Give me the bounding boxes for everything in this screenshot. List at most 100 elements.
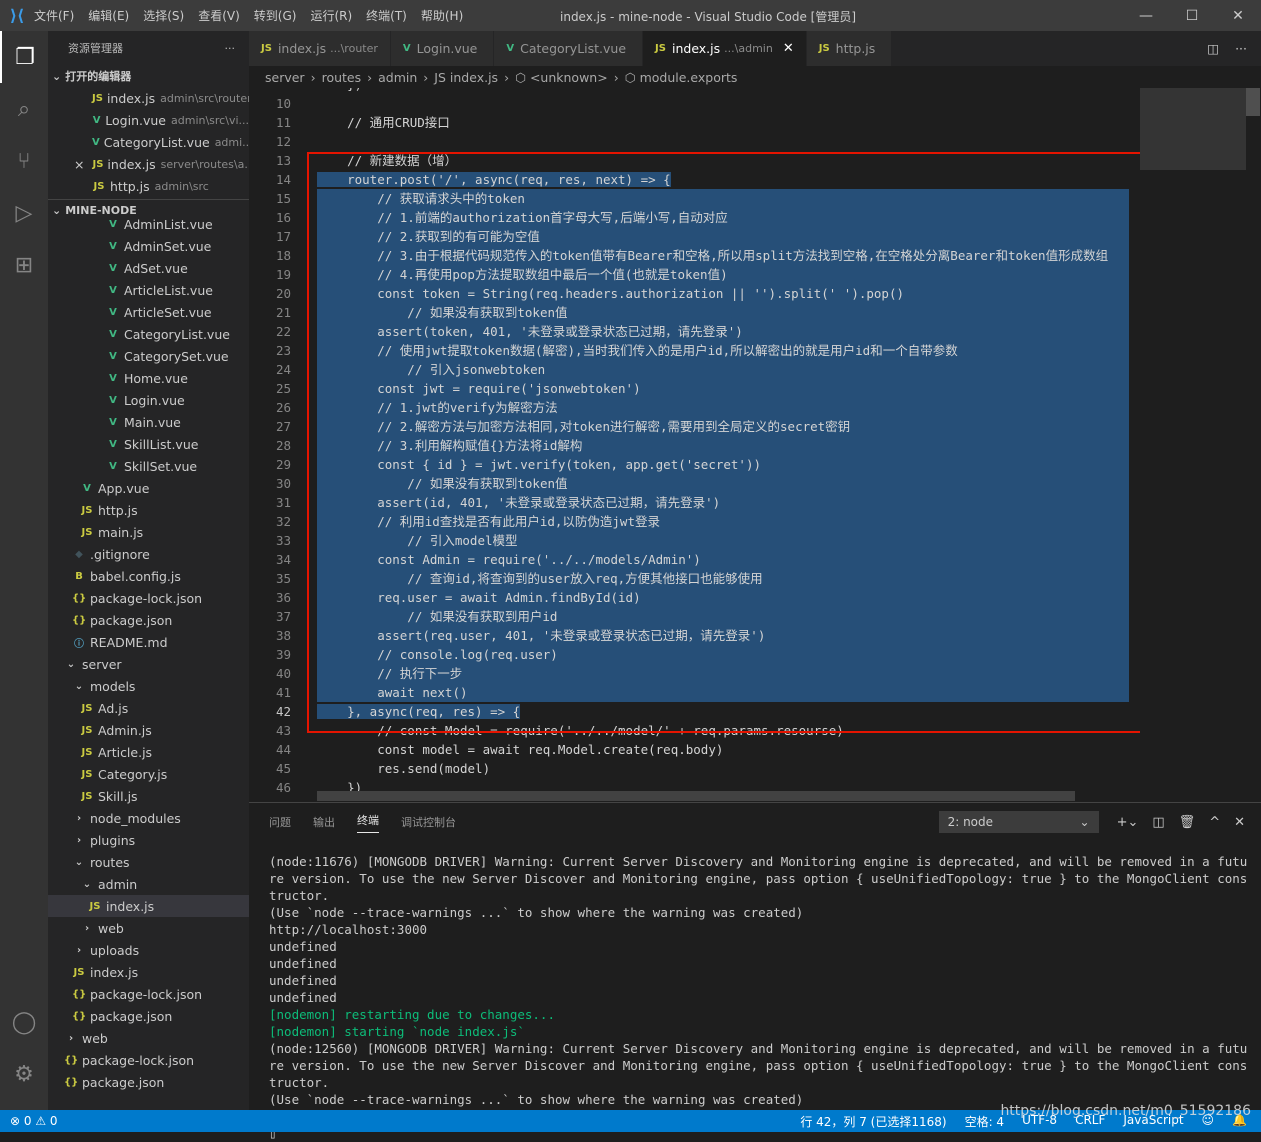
- extensions-icon[interactable]: ⊞: [0, 239, 48, 291]
- source-control-icon[interactable]: ⑂: [0, 135, 48, 187]
- file-item[interactable]: {} package-lock.json: [48, 587, 249, 609]
- settings-gear-icon[interactable]: ⚙: [0, 1048, 48, 1100]
- open-editor-item[interactable]: JS http.js admin\src: [48, 175, 249, 197]
- file-item[interactable]: JS Category.js: [48, 763, 249, 785]
- file-item[interactable]: JS Ad.js: [48, 697, 249, 719]
- file-item[interactable]: {} package-lock.json: [48, 983, 249, 1005]
- menu-item[interactable]: 转到(G): [254, 7, 297, 24]
- folder-item[interactable]: › plugins: [48, 829, 249, 851]
- file-item[interactable]: JS index.js: [48, 961, 249, 983]
- editor-tab[interactable]: JS index.js ...\admin ✕: [643, 31, 807, 66]
- cursor-position[interactable]: 行 42，列 7 (已选择1168): [800, 1113, 946, 1130]
- code-line[interactable]: const model = await req.Model.create(req…: [317, 740, 1129, 759]
- folder-item[interactable]: › web: [48, 917, 249, 939]
- split-terminal-icon[interactable]: ◫: [1152, 815, 1164, 830]
- menu-item[interactable]: 选择(S): [143, 7, 184, 24]
- file-item[interactable]: JS http.js: [48, 499, 249, 521]
- problems-indicator[interactable]: ⊗ 0 ⚠ 0: [0, 1114, 58, 1128]
- open-editor-item[interactable]: JS index.js admin\src\router: [48, 87, 249, 109]
- folder-item[interactable]: ⌄ server: [48, 653, 249, 675]
- file-item[interactable]: V Login.vue: [48, 389, 249, 411]
- file-item[interactable]: JS main.js: [48, 521, 249, 543]
- editor-tab[interactable]: JS http.js: [806, 31, 893, 66]
- file-item[interactable]: {} package.json: [48, 609, 249, 631]
- file-item[interactable]: V CategoryList.vue: [48, 323, 249, 345]
- breadcrumb-item[interactable]: server: [265, 70, 305, 85]
- code-line[interactable]: [317, 94, 1129, 113]
- account-icon[interactable]: ◯: [0, 996, 48, 1048]
- file-item[interactable]: {} package.json: [48, 1005, 249, 1027]
- explorer-icon[interactable]: ❐: [0, 31, 48, 83]
- open-editor-item[interactable]: V Login.vue admin\src\vi...: [48, 109, 249, 131]
- terminal-output[interactable]: (node:11676) [MONGODB DRIVER] Warning: C…: [269, 853, 1249, 1142]
- folder-item[interactable]: ⌄ models: [48, 675, 249, 697]
- minimap[interactable]: [1140, 88, 1246, 802]
- panel-tab[interactable]: 调试控制台: [401, 814, 456, 830]
- file-item[interactable]: ⓘ README.md: [48, 631, 249, 653]
- breadcrumb-item[interactable]: ⬡ <unknown>: [515, 70, 608, 85]
- open-editors-header[interactable]: ⌄ 打开的编辑器: [48, 65, 249, 87]
- close-window-icon[interactable]: ✕: [1215, 0, 1261, 31]
- minimize-icon[interactable]: —: [1123, 0, 1169, 31]
- code-line[interactable]: res.send(model): [317, 759, 1129, 778]
- open-editor-item[interactable]: V CategoryList.vue admi...: [48, 131, 249, 153]
- file-item[interactable]: V CategorySet.vue: [48, 345, 249, 367]
- panel-tab[interactable]: 输出: [313, 814, 335, 830]
- menu-item[interactable]: 终端(T): [366, 7, 407, 24]
- new-terminal-icon[interactable]: +⌄: [1117, 815, 1139, 830]
- vertical-scrollbar[interactable]: [1246, 88, 1260, 802]
- file-item[interactable]: V ArticleList.vue: [48, 279, 249, 301]
- kill-terminal-icon[interactable]: 🗑: [1179, 815, 1196, 830]
- panel-tab[interactable]: 终端: [357, 812, 379, 833]
- more-actions-icon[interactable]: ···: [225, 42, 236, 55]
- file-item[interactable]: Bbabel.config.js: [48, 565, 249, 587]
- editor-tab[interactable]: V Login.vue: [390, 31, 495, 66]
- run-debug-icon[interactable]: ▷: [0, 187, 48, 239]
- folder-item[interactable]: ⌄ routes: [48, 851, 249, 873]
- folder-item[interactable]: ⌄ admin: [48, 873, 249, 895]
- split-editor-icon[interactable]: ◫: [1207, 41, 1219, 56]
- file-item[interactable]: {} package.json: [48, 1071, 249, 1093]
- file-item[interactable]: ◆ .gitignore: [48, 543, 249, 565]
- code-line[interactable]: // 通用CRUD接口: [317, 113, 1129, 132]
- breadcrumb-item[interactable]: JS index.js: [434, 70, 498, 85]
- maximize-panel-icon[interactable]: ^: [1209, 815, 1220, 830]
- search-icon[interactable]: ⌕: [0, 83, 48, 135]
- file-item[interactable]: V SkillList.vue: [48, 433, 249, 455]
- menu-item[interactable]: 查看(V): [198, 7, 240, 24]
- breadcrumb-item[interactable]: ⬡ module.exports: [625, 70, 738, 85]
- file-item[interactable]: JS index.js: [48, 895, 249, 917]
- breadcrumb-item[interactable]: admin: [378, 70, 417, 85]
- terminal-select[interactable]: 2: node ⌄: [938, 811, 1099, 833]
- close-icon[interactable]: ×: [74, 157, 84, 172]
- file-item[interactable]: V AdminSet.vue: [48, 235, 249, 257]
- maximize-icon[interactable]: ☐: [1169, 0, 1215, 31]
- folder-item[interactable]: › web: [48, 1027, 249, 1049]
- file-item[interactable]: V Main.vue: [48, 411, 249, 433]
- file-item[interactable]: JS Article.js: [48, 741, 249, 763]
- file-item[interactable]: V AdSet.vue: [48, 257, 249, 279]
- editor-tab[interactable]: JS index.js ...\router: [249, 31, 391, 66]
- file-item[interactable]: JS Skill.js: [48, 785, 249, 807]
- file-item[interactable]: JS Admin.js: [48, 719, 249, 741]
- menu-item[interactable]: 文件(F): [34, 7, 74, 24]
- close-icon[interactable]: ✕: [783, 41, 794, 56]
- file-item[interactable]: V Home.vue: [48, 367, 249, 389]
- menu-item[interactable]: 帮助(H): [421, 7, 463, 24]
- code-editor[interactable]: 10 11 12 13 14 15 16 17 18 19 20 21 22 23 24 25 26 27 28 29…: [249, 88, 1261, 802]
- menu-item[interactable]: 运行(R): [310, 7, 352, 24]
- folder-item[interactable]: › node_modules: [48, 807, 249, 829]
- folder-item[interactable]: › uploads: [48, 939, 249, 961]
- panel-tab[interactable]: 问题: [269, 814, 291, 830]
- file-item[interactable]: V App.vue: [48, 477, 249, 499]
- breadcrumb-item[interactable]: routes: [322, 70, 362, 85]
- horizontal-scrollbar[interactable]: [317, 791, 1075, 801]
- editor-tab[interactable]: V CategoryList.vue: [494, 31, 644, 66]
- file-item[interactable]: V SkillSet.vue: [48, 455, 249, 477]
- file-item[interactable]: V ArticleSet.vue: [48, 301, 249, 323]
- code-line[interactable]: [317, 132, 1129, 151]
- open-editor-item[interactable]: × JS index.js server\routes\a...: [48, 153, 249, 175]
- editor-more-icon[interactable]: ···: [1235, 41, 1247, 56]
- close-panel-icon[interactable]: ✕: [1234, 815, 1245, 830]
- menu-item[interactable]: 编辑(E): [88, 7, 129, 24]
